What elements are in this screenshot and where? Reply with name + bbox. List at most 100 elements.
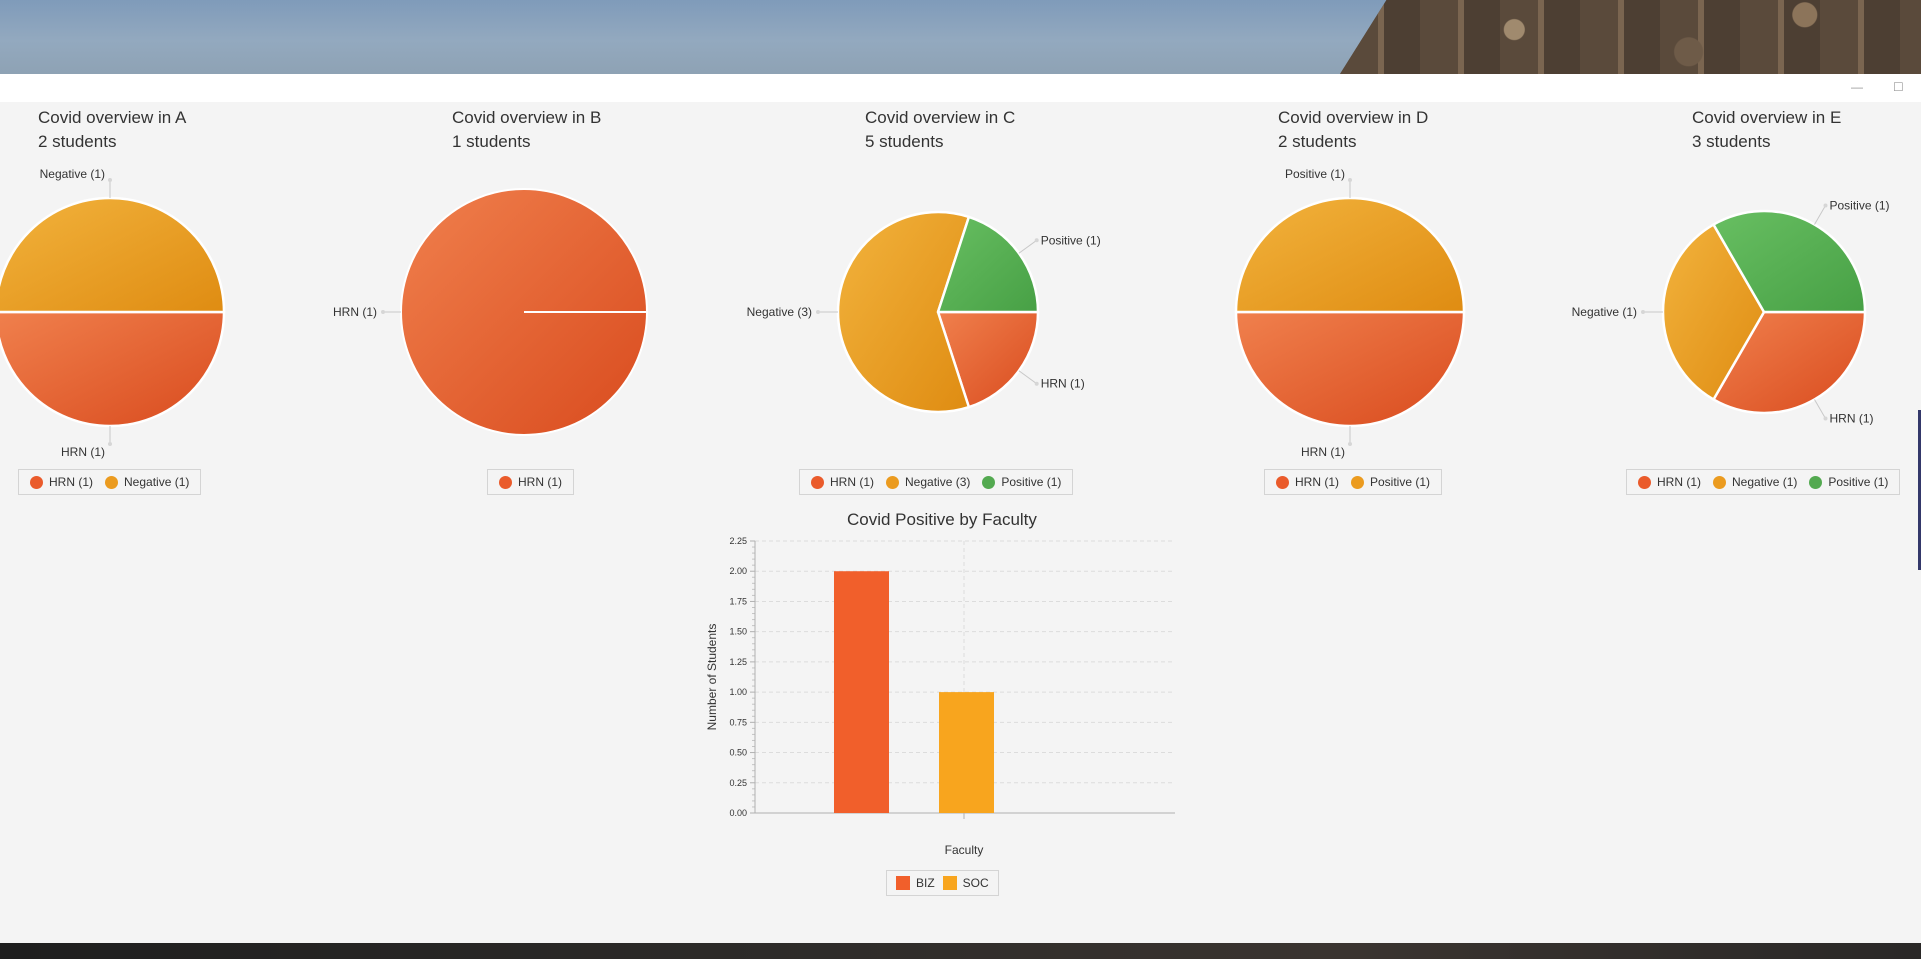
legend-label: HRN (1) [1295, 475, 1339, 489]
legend-swatch [105, 475, 118, 489]
pie-slice-hrn[interactable] [0, 310, 226, 428]
legend-label: SOC [962, 876, 989, 890]
y-tick-label: 2.25 [729, 536, 747, 546]
pie-label-leader [1814, 205, 1826, 225]
legend-swatch [1638, 475, 1651, 489]
bar-chart: 0.00 0.25 0.50 0.75 1.00 1.25 1.50 1.75 2.00 2.25… [705, 536, 1175, 857]
legend-label: Positive (1) [1001, 475, 1062, 489]
pie-label-leader [1018, 370, 1037, 385]
pie-a-legend: HRN (1) Negative (1) [18, 469, 202, 495]
legend-label: HRN (1) [518, 475, 562, 489]
legend-item-negative: Negative (1) [1713, 475, 1797, 489]
pie-label-hrn: HRN (1) [333, 305, 377, 319]
dashboard-content: Covid overview in A 2 students Covid ove… [0, 102, 1921, 943]
legend-swatch [30, 475, 43, 489]
legend-item-hrn: HRN (1) [499, 475, 562, 489]
legend-swatch [1276, 475, 1289, 489]
y-tick-label: 1.50 [729, 627, 747, 637]
pie-chart-c: HRN (1) Negative (3) Positive (1) [747, 210, 1101, 414]
y-tick-label: 1.75 [729, 596, 747, 606]
window-title-bar: — ☐ [0, 74, 1921, 102]
pie-chart-a: HRN (1) Negative (1) [0, 167, 226, 459]
pie-label-positive: Positive (1) [1041, 233, 1101, 247]
pie-label-dot [1641, 310, 1645, 314]
legend-label: BIZ [916, 876, 935, 890]
legend-label: Negative (1) [1732, 475, 1798, 489]
legend-item-hrn: HRN (1) [811, 475, 874, 489]
pie-label-dot [816, 310, 820, 314]
pie-label-dot [108, 178, 112, 182]
legend-swatch [942, 876, 957, 890]
legend-item-soc: SOC [942, 876, 989, 890]
legend-swatch [896, 876, 910, 890]
maximize-button[interactable]: ☐ [1893, 80, 1904, 94]
pie-label-negative: Negative (3) [747, 305, 812, 319]
legend-item-hrn: HRN (1) [1276, 475, 1339, 489]
pie-label-positive: Positive (1) [1285, 167, 1345, 181]
legend-item-positive: Positive (1) [1809, 475, 1888, 489]
legend-item-positive: Positive (1) [1351, 475, 1430, 489]
y-tick-label: 0.25 [729, 778, 747, 788]
legend-swatch [499, 475, 512, 489]
y-tick-label: 0.00 [729, 808, 747, 818]
background-stone-wall [1340, 0, 1921, 74]
legend-swatch [1713, 475, 1726, 489]
y-tick-label: 2.00 [729, 566, 747, 576]
legend-label: Negative (1) [124, 475, 190, 489]
pie-d-legend: HRN (1) Positive (1) [1264, 469, 1443, 495]
legend-label: HRN (1) [1657, 475, 1701, 489]
bar-soc[interactable] [939, 692, 994, 813]
pie-label-dot [1348, 442, 1352, 446]
legend-swatch [1351, 475, 1364, 489]
pie-label-negative: Negative (1) [40, 167, 105, 181]
pie-label-hrn: HRN (1) [1041, 377, 1085, 391]
pie-label-dot [1823, 203, 1828, 208]
y-axis-label: Number of Students [705, 624, 719, 731]
pie-label-dot [381, 310, 385, 314]
minimize-button[interactable]: — [1851, 80, 1863, 94]
pie-label-leader [1814, 399, 1826, 419]
y-tick-label: 0.75 [729, 717, 747, 727]
pie-label-leader [1018, 239, 1037, 254]
y-tick-label: 0.50 [729, 748, 747, 758]
pie-label-dot [1348, 178, 1352, 182]
pie-slice-positive[interactable] [1234, 196, 1466, 314]
pie-slice-hrn[interactable] [1234, 310, 1466, 428]
legend-swatch [1809, 475, 1823, 489]
pie-slice-negative[interactable] [0, 196, 226, 314]
pie-chart-b: HRN (1) [333, 188, 648, 436]
legend-item-positive: Positive (1) [982, 475, 1061, 489]
pie-chart-d: HRN (1) Positive (1) [1234, 167, 1466, 459]
pie-e-legend: HRN (1) Negative (1) Positive (1) [1626, 469, 1901, 495]
pie-label-dot [1034, 238, 1039, 243]
legend-item-negative: Negative (3) [886, 475, 970, 489]
bar-biz[interactable] [834, 571, 889, 813]
legend-swatch [982, 475, 996, 489]
pie-label-dot [1823, 416, 1828, 421]
legend-label: Negative (3) [905, 475, 971, 489]
legend-swatch [886, 475, 899, 489]
pie-label-negative: Negative (1) [1572, 305, 1637, 319]
pie-b-legend: HRN (1) [487, 469, 574, 495]
legend-label: HRN (1) [49, 475, 93, 489]
legend-item-hrn: HRN (1) [1638, 475, 1701, 489]
pie-label-hrn: HRN (1) [1830, 412, 1874, 426]
pie-label-hrn: HRN (1) [61, 445, 105, 459]
bar-chart-legend: BIZ SOC [886, 870, 999, 896]
legend-label: Positive (1) [1370, 475, 1431, 489]
y-tick-label: 1.25 [729, 657, 747, 667]
legend-label: Positive (1) [1828, 475, 1889, 489]
legend-label: HRN (1) [830, 475, 874, 489]
pie-label-dot [108, 442, 112, 446]
pie-c-legend: HRN (1) Negative (3) Positive (1) [799, 469, 1074, 495]
x-axis-label: Faculty [945, 843, 984, 857]
background-photo-bottom [0, 943, 1921, 959]
legend-item-biz: BIZ [896, 876, 935, 890]
y-tick-label: 1.00 [729, 687, 747, 697]
legend-item-negative: Negative (1) [105, 475, 189, 489]
legend-item-hrn: HRN (1) [30, 475, 93, 489]
pie-label-positive: Positive (1) [1830, 198, 1890, 212]
legend-swatch [811, 475, 824, 489]
pie-label-hrn: HRN (1) [1301, 445, 1345, 459]
bar-chart-title: Covid Positive by Faculty [847, 510, 1037, 529]
